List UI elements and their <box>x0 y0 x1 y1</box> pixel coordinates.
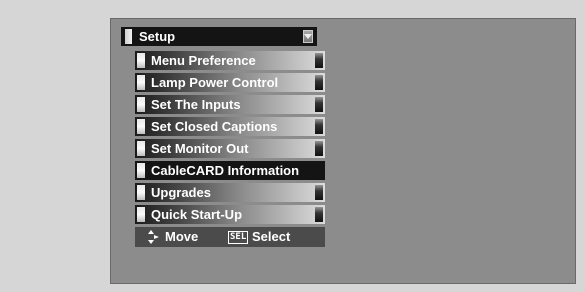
title-bar-cap <box>125 29 132 44</box>
menu-item-set-closed-captions[interactable]: Set Closed Captions <box>135 117 325 136</box>
updown-arrows-icon <box>148 230 159 244</box>
item-left-cap <box>137 185 145 200</box>
item-right-cap <box>315 141 323 156</box>
menu-item-set-the-inputs[interactable]: Set The Inputs <box>135 95 325 114</box>
item-left-cap <box>137 53 145 68</box>
menu-item-upgrades[interactable]: Upgrades <box>135 183 325 202</box>
item-right-cap <box>315 97 323 112</box>
menu-item-label: Set Closed Captions <box>151 119 278 134</box>
setup-title-bar[interactable]: Setup <box>121 27 317 46</box>
menu-item-label: CableCARD Information <box>151 163 300 178</box>
item-right-cap <box>315 119 323 134</box>
item-right-cap <box>315 75 323 90</box>
menu-item-label: Set The Inputs <box>151 97 241 112</box>
menu-item-cablecard-information[interactable]: CableCARD Information <box>135 161 325 180</box>
menu-item-label: Upgrades <box>151 185 211 200</box>
menu-item-label: Lamp Power Control <box>151 75 279 90</box>
menu-item-quick-start-up[interactable]: Quick Start-Up <box>135 205 325 224</box>
move-hint-label: Move <box>165 229 199 244</box>
item-left-cap <box>137 141 145 156</box>
item-right-cap <box>315 163 323 178</box>
menu-footer-hint: Move SEL Select <box>135 227 325 247</box>
menu-item-set-monitor-out[interactable]: Set Monitor Out <box>135 139 325 158</box>
item-left-cap <box>137 75 145 90</box>
menu-title: Setup <box>139 29 176 44</box>
menu-item-label: Quick Start-Up <box>151 207 243 222</box>
select-hint-label: Select <box>252 229 291 244</box>
item-left-cap <box>137 163 145 178</box>
sel-key-icon: SEL <box>228 231 249 244</box>
item-left-cap <box>137 97 145 112</box>
menu-item-lamp-power-control[interactable]: Lamp Power Control <box>135 73 325 92</box>
menu-item-label: Set Monitor Out <box>151 141 249 156</box>
item-left-cap <box>137 119 145 134</box>
item-right-cap <box>315 207 323 222</box>
item-left-cap <box>137 207 145 222</box>
chevron-down-icon[interactable] <box>303 30 313 43</box>
item-right-cap <box>315 53 323 68</box>
item-right-cap <box>315 185 323 200</box>
menu-item-menu-preference[interactable]: Menu Preference <box>135 51 325 70</box>
menu-item-label: Menu Preference <box>151 53 256 68</box>
